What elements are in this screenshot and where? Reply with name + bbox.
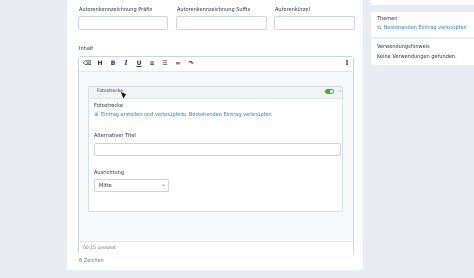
create-entry-link[interactable]: Eintrag erstellen und verknüpfen — [101, 112, 184, 118]
alt-title-label: Alternativer Titel — [94, 133, 136, 139]
suffix-label: Autorenkennzeichnung Suffix — [177, 7, 251, 13]
usage-value: Keine Verwendungen gefunden. — [377, 54, 457, 60]
short-input[interactable] — [274, 16, 355, 30]
redo-icon[interactable]: ↷ — [187, 60, 195, 68]
editor-content[interactable]: Fotostrecke ⋯ Fotostrecke ⊕ Eintrag erst… — [79, 72, 353, 255]
link-icon[interactable]: ∞ — [174, 60, 182, 68]
prefix-input[interactable] — [78, 16, 168, 30]
set-field-label: Fotostrecke — [94, 103, 123, 109]
plus-icon: ⊕ — [94, 112, 99, 118]
topics-link[interactable]: Bestehenden Eintrag verknüpfen — [384, 25, 467, 31]
italic-icon[interactable]: I — [122, 60, 130, 68]
char-count: 8 Zeichen — [79, 258, 104, 264]
set-toggle[interactable] — [325, 89, 334, 94]
set-title: Fotostrecke — [97, 89, 124, 94]
sidebar: Themen ⇆ Bestehenden Eintrag verknüpfen … — [371, 0, 474, 278]
heading-icon[interactable]: H — [96, 60, 104, 68]
alt-title-input[interactable] — [94, 143, 341, 156]
link-existing-icon: ⇆ — [182, 112, 187, 118]
topics-label: Themen — [377, 16, 398, 22]
editor-statusbar: 00:15 Lesezeit — [79, 241, 353, 255]
content-label: Inhalt — [79, 46, 94, 52]
set-header[interactable]: Fotostrecke ⋯ — [89, 87, 343, 99]
reading-time: 00:15 Lesezeit — [83, 246, 116, 251]
alignment-label: Ausrichtung — [94, 170, 125, 176]
chevron-down-icon: ⌄ — [161, 181, 167, 188]
topics-link-icon: ⇆ — [377, 25, 382, 31]
underline-icon[interactable]: U — [135, 60, 143, 68]
more-icon[interactable]: ⋯ — [337, 88, 343, 95]
link-existing-entry[interactable]: Bestehenden Eintrag verknüpfen — [189, 112, 272, 118]
eraser-icon[interactable]: ⌫ — [83, 60, 91, 68]
bullet-list-icon[interactable]: ≡ — [148, 60, 156, 68]
topics-card: Themen ⇆ Bestehenden Eintrag verknüpfen — [371, 12, 474, 37]
alignment-value: Mitte — [99, 183, 112, 189]
editor-toolbar: ⌫ H B I U ≡ ☰ ∞ ↷ I — [79, 57, 353, 72]
usage-card: Verwendungshinweis Keine Verwendungen ge… — [371, 39, 474, 65]
fotostrecke-set[interactable]: Fotostrecke ⋯ Fotostrecke ⊕ Eintrag erst… — [88, 86, 343, 212]
bold-icon[interactable]: B — [109, 60, 117, 68]
suffix-input[interactable] — [176, 16, 267, 30]
sidebar-card-top — [371, 0, 474, 5]
usage-label: Verwendungshinweis — [377, 44, 430, 50]
rich-text-editor[interactable]: ⌫ H B I U ≡ ☰ ∞ ↷ I Fotostrecke ⋯ Fotost… — [78, 56, 354, 255]
alignment-select[interactable]: Mitte ⌄ — [94, 179, 169, 192]
short-label: Autorenkürzel — [275, 7, 310, 13]
prefix-label: Autorenkennzeichnung Präfix — [79, 7, 153, 13]
numbered-list-icon[interactable]: ☰ — [161, 60, 169, 68]
text-cursor-icon[interactable]: I — [343, 60, 351, 68]
